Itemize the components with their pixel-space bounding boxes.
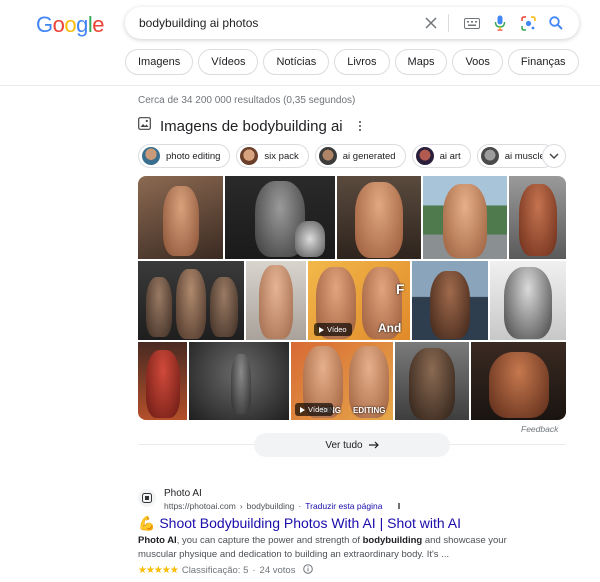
image-result[interactable] — [490, 261, 566, 340]
breadcrumb-separator: › — [239, 501, 243, 511]
image-result[interactable] — [138, 176, 223, 259]
snippet-text: , you can capture the power and strength… — [176, 535, 363, 546]
chip-thumbnail — [415, 147, 434, 165]
more-options-icon[interactable] — [355, 119, 365, 133]
arrow-right-icon — [368, 441, 379, 449]
dot-separator: · — [298, 501, 302, 511]
image-icon — [138, 117, 151, 135]
dot-separator: · — [252, 565, 256, 576]
google-logo[interactable]: Google — [36, 12, 105, 38]
header-divider — [0, 85, 600, 86]
tab-books[interactable]: Livros — [334, 49, 390, 75]
lens-icon[interactable] — [517, 12, 539, 34]
thumbnail-caption: EDITING — [353, 406, 386, 415]
tab-videos[interactable]: Vídeos — [198, 49, 259, 75]
see-all-button[interactable]: Ver tudo — [254, 433, 450, 457]
logo-letter: o — [52, 12, 65, 37]
feedback-link[interactable]: Feedback — [521, 424, 558, 434]
video-label: Vídeo — [327, 325, 347, 334]
results-stats: Cerca de 34 200 000 resultados (0,35 seg… — [138, 95, 356, 106]
search-input[interactable]: bodybuilding ai photos — [139, 16, 414, 30]
images-title: Imagens de bodybuilding ai — [160, 117, 343, 135]
clear-icon[interactable] — [420, 12, 442, 34]
rating-label: Classificação: 5 — [181, 565, 249, 576]
divider — [448, 14, 449, 32]
photoai-icon — [142, 493, 152, 503]
filter-chip[interactable]: six pack — [236, 144, 309, 168]
votes-count: 24 votos — [259, 565, 296, 576]
filter-chip[interactable]: ai art — [411, 144, 471, 168]
filter-label: six pack — [264, 150, 299, 162]
chevron-down-icon — [549, 153, 559, 159]
keyboard-icon[interactable] — [461, 12, 483, 34]
image-result[interactable]: F And Vídeo — [308, 261, 410, 340]
star-rating-icon: ★★★★★ — [138, 565, 179, 576]
rating-row: ★★★★★ Classificação: 5 · 24 votos — [138, 564, 314, 577]
site-url: https://photoai.com › bodybuilding · Tra… — [164, 501, 404, 511]
tab-news[interactable]: Notícias — [263, 49, 330, 75]
logo-letter: g — [76, 12, 88, 37]
image-result[interactable] — [246, 261, 306, 340]
image-result[interactable]: DING EDITING Vídeo — [291, 342, 393, 420]
image-result[interactable] — [189, 342, 289, 420]
filter-label: ai generated — [342, 150, 396, 162]
logo-letter: G — [36, 12, 53, 37]
filter-chip[interactable]: photo editing — [138, 144, 231, 168]
chip-thumbnail — [240, 147, 259, 165]
chip-thumbnail — [142, 147, 160, 165]
image-result[interactable] — [471, 342, 566, 420]
translate-link[interactable]: Traduzir esta página — [305, 501, 382, 511]
filter-label: photo editing — [166, 150, 221, 162]
more-options-icon[interactable] — [394, 501, 404, 511]
snippet-highlight: bodybuilding — [362, 535, 423, 546]
tab-finance[interactable]: Finanças — [507, 49, 579, 75]
image-filters: photo editing six pack ai generated ai a… — [138, 144, 555, 168]
image-result[interactable] — [138, 342, 187, 420]
flexed-biceps-icon: 💪 — [138, 515, 156, 531]
play-icon — [319, 326, 324, 333]
tab-images[interactable]: Imagens — [125, 49, 194, 75]
filter-chip[interactable]: ai generated — [314, 144, 406, 168]
image-result[interactable] — [423, 176, 507, 259]
url-breadcrumb: bodybuilding — [246, 501, 295, 511]
see-all-label: Ver tudo — [325, 439, 363, 451]
search-bar[interactable]: bodybuilding ai photos — [125, 7, 579, 39]
logo-letter: e — [92, 12, 105, 37]
url-text[interactable]: https://photoai.com — [164, 501, 236, 511]
image-result[interactable] — [395, 342, 469, 420]
image-result[interactable] — [509, 176, 566, 259]
search-icon[interactable] — [545, 12, 567, 34]
microphone-icon[interactable] — [489, 12, 511, 34]
site-name[interactable]: Photo AI — [164, 488, 202, 499]
search-tabs: Imagens Vídeos Notícias Livros Maps Voos… — [125, 49, 579, 75]
image-result[interactable] — [138, 261, 244, 340]
chip-thumbnail — [318, 147, 337, 165]
image-grid: F And Vídeo DING EDITING Vídeo — [138, 176, 566, 420]
image-result[interactable] — [412, 261, 488, 340]
video-badge: Vídeo — [295, 403, 333, 416]
filter-label: ai art — [439, 150, 461, 162]
info-icon[interactable] — [303, 564, 314, 577]
images-header: Imagens de bodybuilding ai — [138, 117, 365, 135]
result-title-link[interactable]: 💪 Shoot Bodybuilding Photos With AI | Sh… — [138, 515, 461, 532]
chip-thumbnail — [480, 147, 499, 165]
thumbnail-caption: F — [396, 281, 405, 297]
result-title: Shoot Bodybuilding Photos With AI | Shot… — [159, 515, 462, 531]
image-result[interactable] — [337, 176, 421, 259]
more-filters-button[interactable] — [542, 144, 566, 168]
logo-letter: o — [64, 12, 77, 37]
site-favicon[interactable] — [138, 489, 156, 507]
video-label: Vídeo — [308, 405, 328, 414]
thumbnail-caption: And — [378, 321, 402, 335]
tab-flights[interactable]: Voos — [452, 49, 503, 75]
snippet-highlight: Photo AI — [138, 535, 177, 546]
play-icon — [300, 406, 305, 413]
image-result[interactable] — [225, 176, 335, 259]
tab-maps[interactable]: Maps — [394, 49, 448, 75]
filter-label: ai muscle — [504, 150, 545, 162]
video-badge: Vídeo — [314, 323, 352, 336]
result-snippet: Photo AI, you can capture the power and … — [138, 534, 538, 562]
